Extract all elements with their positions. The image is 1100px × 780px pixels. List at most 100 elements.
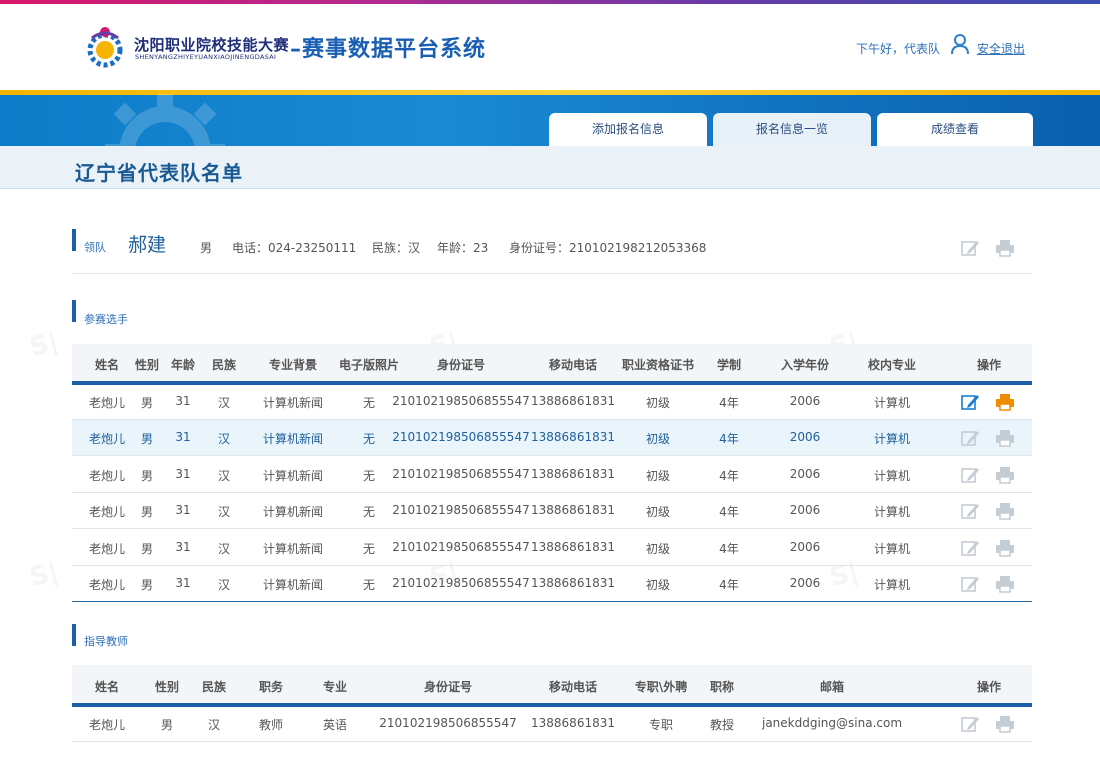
table-cell: 计算机 [873, 432, 911, 447]
table-cell: 男 [140, 396, 154, 410]
gear-decoration-icon [105, 94, 225, 146]
print-icon[interactable] [995, 238, 1015, 258]
section-marker [72, 300, 76, 322]
table-cell: 31 [175, 539, 191, 554]
leader-phone: 电话：024-23250111 [232, 241, 357, 255]
system-title: –赛事数据平台系统 [290, 37, 487, 62]
table-cell: 计算机 [873, 468, 911, 483]
edit-icon[interactable] [960, 574, 980, 594]
print-icon[interactable] [995, 538, 1015, 558]
edit-icon[interactable] [960, 238, 980, 258]
table-cell: 初级 [645, 396, 671, 410]
table-cell: 13886861831 [531, 576, 615, 590]
column-header: 民族 [201, 680, 227, 694]
table-cell: 计算机新闻 [262, 396, 324, 410]
table-cell: 男 [140, 578, 154, 592]
edit-icon[interactable] [960, 465, 980, 485]
print-icon[interactable] [995, 465, 1015, 485]
column-header: 职业资格证书 [621, 358, 695, 372]
table-row: 老炮儿男 31 汉 计算机新闻 无 210102198506855547 138868618… [72, 384, 1032, 420]
table-cell: 2006 [789, 576, 821, 590]
column-header: 电子版照片 [338, 358, 400, 372]
column-header: 邮箱 [819, 680, 845, 694]
table-cell: 男 [140, 432, 154, 447]
tab-label: 添加报名信息 [591, 122, 664, 136]
column-header: 专业 [322, 680, 348, 694]
table-cell: 老炮儿 [88, 468, 126, 483]
table-cell: 初级 [645, 541, 671, 556]
table-cell: 无 [362, 432, 376, 447]
table-cell: 2006 [789, 539, 821, 554]
table-cell: 计算机 [873, 578, 911, 592]
leader-ethnicity: 民族：汉 [372, 241, 421, 255]
column-header: 校内专业 [867, 358, 917, 372]
leader-gender: 男 [200, 241, 213, 255]
column-header: 专业背景 [268, 358, 318, 372]
table-cell: 2006 [789, 466, 821, 481]
table-cell: 210102198506855547 [392, 430, 530, 445]
print-icon[interactable] [995, 574, 1015, 594]
table-cell: 男 [160, 718, 174, 732]
table-cell: 专职 [648, 718, 674, 732]
table-cell: 31 [175, 466, 191, 481]
edit-icon[interactable] [960, 538, 980, 558]
table-cell: 31 [175, 430, 191, 445]
edit-icon[interactable] [960, 714, 980, 734]
table-cell: 13886861831 [531, 503, 615, 518]
table-cell: 2006 [789, 503, 821, 518]
table-cell: 初级 [645, 578, 671, 592]
table-cell: 4年 [719, 396, 739, 410]
column-header: 入学年份 [780, 358, 830, 372]
tab-add-registration[interactable]: 添加报名信息 [549, 113, 707, 146]
table-cell: 计算机新闻 [262, 505, 324, 520]
table-cell: 教授 [709, 718, 735, 732]
tab-registration-list[interactable]: 报名信息一览 [713, 113, 871, 146]
table-cell: 男 [140, 541, 154, 556]
edit-icon[interactable] [960, 392, 980, 412]
edit-icon[interactable] [960, 501, 980, 521]
table-cell: 31 [175, 394, 191, 408]
column-header: 姓名 [94, 680, 120, 694]
print-icon[interactable] [995, 501, 1015, 521]
column-header: 性别 [154, 680, 180, 694]
column-header: 民族 [211, 358, 237, 372]
tab-scores[interactable]: 成绩查看 [877, 113, 1033, 146]
table-cell: 210102198506855547 [392, 394, 530, 408]
table-cell: 汉 [217, 578, 231, 592]
column-header: 职务 [258, 680, 284, 694]
table-cell: 4年 [719, 541, 739, 556]
table-cell: 汉 [217, 541, 231, 556]
column-header: 专职\外聘 [634, 680, 688, 694]
table-cell: 13886861831 [531, 716, 615, 730]
table-row: 老炮儿男 31 汉 计算机新闻 无 210102198506855547 138868618… [72, 457, 1032, 493]
table-cell: 汉 [217, 468, 231, 483]
edit-icon[interactable] [960, 428, 980, 448]
players-section-label: 参赛选手 [84, 313, 128, 326]
column-header: 年龄 [170, 358, 196, 372]
leader-id: 身份证号：210102198212053368 [509, 241, 707, 255]
table-cell: 汉 [217, 505, 231, 520]
table-cell: 初级 [645, 468, 671, 483]
table-cell: 老炮儿 [88, 578, 126, 592]
table-cell: 汉 [217, 396, 231, 410]
table-row: 老炮儿 男 汉 教师 英语 210102198506855547 13886861831 专职… [72, 706, 1032, 742]
print-icon[interactable] [995, 714, 1015, 734]
table-cell: janekddging@sina.com [761, 716, 903, 730]
table-cell: 210102198506855547 [379, 716, 517, 730]
table-cell: 2006 [789, 430, 821, 445]
column-header: 学制 [716, 358, 742, 372]
watermark: S| [26, 556, 62, 594]
watermark: S| [26, 326, 62, 364]
table-cell: 210102198506855547 [392, 576, 530, 590]
table-cell: 计算机新闻 [262, 578, 324, 592]
table-cell: 英语 [322, 718, 348, 732]
table-cell: 男 [140, 468, 154, 483]
column-header: 身份证号 [423, 680, 473, 694]
leader-label: 领队 [84, 241, 106, 254]
table-cell: 4年 [719, 468, 739, 483]
logout-link[interactable]: 安全退出 [977, 40, 1025, 57]
table-cell: 老炮儿 [88, 718, 126, 732]
table-cell: 计算机 [873, 396, 911, 410]
print-icon[interactable] [995, 392, 1015, 412]
print-icon[interactable] [995, 428, 1015, 448]
